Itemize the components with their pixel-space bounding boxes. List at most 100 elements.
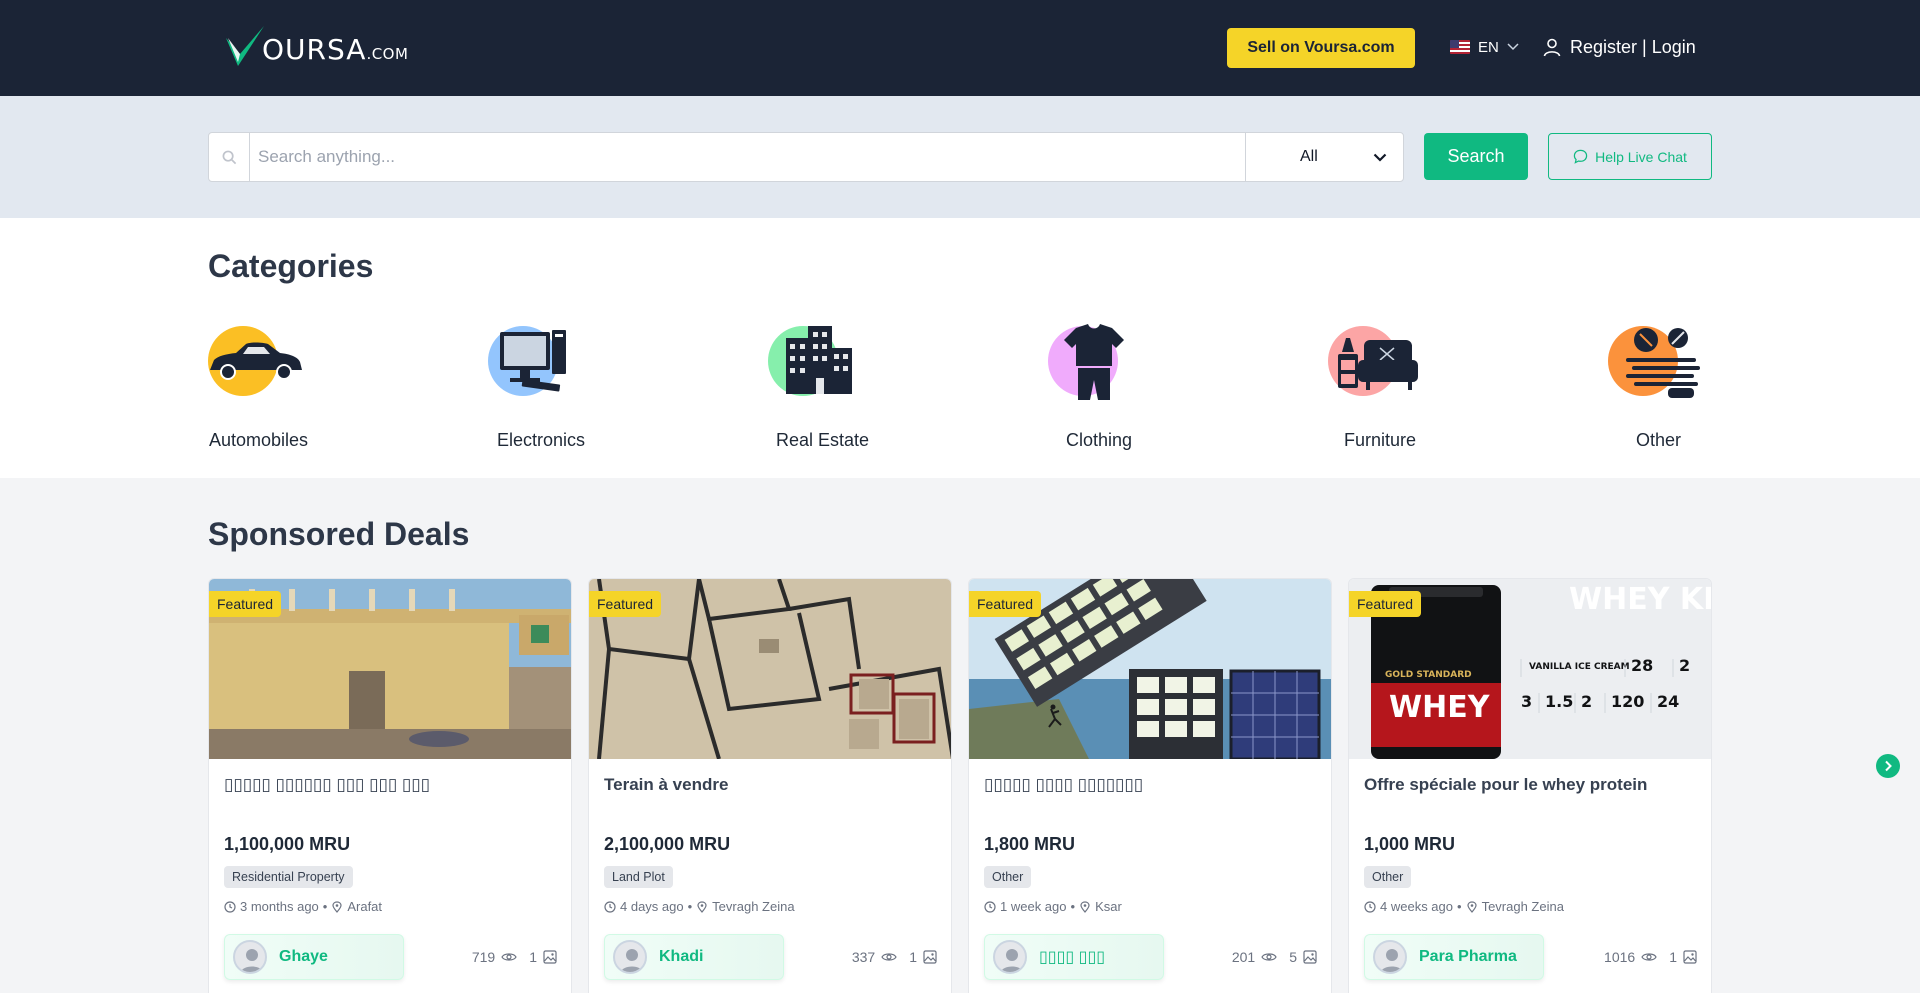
category-label: Real Estate: [776, 430, 870, 450]
car-icon: [210, 342, 302, 380]
sell-button[interactable]: Sell on Voursa.com: [1227, 28, 1415, 68]
categories-section: Categories Automobiles Electronics Real …: [0, 218, 1920, 478]
category-label: Automobiles: [209, 430, 309, 450]
category-label: Other: [1636, 430, 1682, 450]
photo-count: 1: [909, 949, 917, 965]
category-electronics[interactable]: Electronics: [488, 326, 648, 454]
avatar: [993, 940, 1027, 974]
meta-separator: •: [1457, 899, 1462, 914]
carousel-next-button[interactable]: [1876, 754, 1900, 778]
building-icon: [786, 326, 852, 394]
listing-price: 1,100,000 MRU: [224, 834, 351, 854]
listing-category-tag: Other: [984, 866, 1032, 888]
deal-card[interactable]: Featured ▯▯▯▯▯ ▯▯▯▯ ▯▯▯▯▯▯▯ 1,800 MRU Ot…: [968, 578, 1332, 993]
user-icon: [1543, 38, 1561, 57]
image-icon: [543, 950, 557, 964]
category-label: Furniture: [1344, 430, 1417, 450]
listing-category-tag: Other: [1364, 866, 1412, 888]
listing-price: 1,000 MRU: [1364, 834, 1456, 854]
chevron-down-icon: [1507, 43, 1519, 51]
photo-count: 1: [529, 949, 537, 965]
category-other[interactable]: Other: [1608, 326, 1768, 454]
listing-time: 4 weeks ago: [1380, 899, 1453, 914]
category-real-estate[interactable]: Real Estate: [768, 326, 928, 454]
clock-icon: [224, 900, 236, 913]
svg-text:24: 24: [1657, 692, 1679, 711]
deal-card[interactable]: Featured ▯▯▯▯▯ ▯▯▯▯▯▯ ▯▯▯ ▯▯▯ ▯▯▯ 1,100,…: [208, 578, 572, 993]
listing-meta: 4 weeks ago • Tevragh Zeina: [1364, 899, 1564, 914]
listing-location: Tevragh Zeina: [1481, 899, 1564, 914]
category-clothing[interactable]: Clothing: [1048, 324, 1208, 454]
register-login-link[interactable]: Register | Login: [1542, 34, 1696, 60]
listing-category-tag: Residential Property: [224, 866, 353, 888]
avatar: [233, 940, 267, 974]
site-logo[interactable]: OURSA.COM: [224, 22, 408, 70]
search-icon: [209, 133, 250, 181]
listing-meta: 4 days ago • Tevragh Zeina: [604, 899, 795, 914]
seller-chip[interactable]: Khadi: [604, 934, 784, 980]
search-band: All Search Help Live Chat: [0, 96, 1920, 218]
view-count: 201: [1231, 949, 1256, 965]
listing-meta: 1 week ago • Ksar: [984, 899, 1122, 914]
listing-stats: 201 5: [1232, 949, 1317, 965]
svg-text:2: 2: [1581, 692, 1592, 711]
category-automobiles[interactable]: Automobiles: [208, 326, 368, 454]
help-live-chat-button[interactable]: Help Live Chat: [1548, 133, 1712, 180]
seller-chip[interactable]: ▯▯▯▯ ▯▯▯: [984, 934, 1164, 980]
clothing-icon: [1064, 324, 1124, 400]
avatar: [613, 940, 647, 974]
chat-bubble-icon: [1573, 149, 1588, 164]
deal-card[interactable]: Featured Terain à vendre 2,100,000 MRU L…: [588, 578, 952, 993]
search-box: All: [208, 132, 1404, 182]
listing-title[interactable]: Terain à vendre: [604, 775, 938, 795]
misc-items-icon: [1626, 328, 1700, 398]
eye-icon: [1641, 953, 1657, 961]
svg-text:1.5: 1.5: [1545, 692, 1573, 711]
category-select[interactable]: All: [1245, 133, 1403, 181]
svg-text:3: 3: [1521, 692, 1532, 711]
product-brand-text: WHEY: [1389, 690, 1491, 725]
category-label: Clothing: [1066, 430, 1133, 450]
seller-name: ▯▯▯▯ ▯▯▯: [1039, 949, 1106, 966]
location-pin-icon: [332, 900, 342, 913]
seller-chip[interactable]: Para Pharma: [1364, 934, 1544, 980]
seller-name: Ghaye: [279, 948, 328, 965]
eye-icon: [1261, 953, 1277, 961]
top-navbar: OURSA.COM Sell on Voursa.com EN Register…: [0, 0, 1920, 96]
view-count: 719: [471, 949, 496, 965]
chevron-right-icon: [1885, 760, 1892, 772]
listing-time: 4 days ago: [620, 899, 684, 914]
search-input[interactable]: [250, 133, 1245, 181]
watermark-text: WHEY KING: [1569, 582, 1712, 617]
language-label: EN: [1478, 38, 1499, 56]
seller-name: Khadi: [659, 948, 704, 965]
clock-icon: [604, 900, 616, 913]
featured-badge: Featured: [589, 591, 662, 617]
listing-title[interactable]: Offre spéciale pour le whey protein: [1364, 775, 1698, 795]
seller-name: Para Pharma: [1419, 948, 1517, 965]
svg-text:28: 28: [1631, 656, 1653, 675]
view-count: 1016: [1604, 949, 1636, 965]
meta-separator: •: [1070, 899, 1076, 914]
deal-card[interactable]: WHEY KING GOLD STANDARD WHEY VANILLA ICE…: [1348, 578, 1712, 993]
sponsored-deals-title: Sponsored Deals: [208, 516, 470, 552]
meta-separator: •: [322, 899, 328, 914]
image-icon: [1683, 950, 1697, 964]
category-furniture[interactable]: Furniture: [1328, 326, 1488, 454]
listing-price: 1,800 MRU: [984, 834, 1076, 854]
register-login-label: Register | Login: [1570, 36, 1696, 57]
listing-stats: 719 1: [472, 949, 557, 965]
listing-location: Ksar: [1095, 899, 1122, 914]
search-button[interactable]: Search: [1424, 133, 1528, 180]
listing-title[interactable]: ▯▯▯▯▯ ▯▯▯▯ ▯▯▯▯▯▯▯: [984, 775, 1318, 795]
featured-badge: Featured: [1349, 591, 1422, 617]
listing-time: 3 months ago: [240, 899, 319, 914]
location-pin-icon: [1080, 900, 1090, 913]
seller-chip[interactable]: Ghaye: [224, 934, 404, 980]
listing-category-tag: Land Plot: [604, 866, 673, 888]
product-flavor-text: VANILLA ICE CREAM: [1529, 662, 1630, 672]
language-selector[interactable]: EN: [1450, 34, 1519, 60]
listing-title[interactable]: ▯▯▯▯▯ ▯▯▯▯▯▯ ▯▯▯ ▯▯▯ ▯▯▯: [224, 775, 558, 795]
listing-price: 2,100,000 MRU: [604, 834, 731, 854]
avatar: [1373, 940, 1407, 974]
